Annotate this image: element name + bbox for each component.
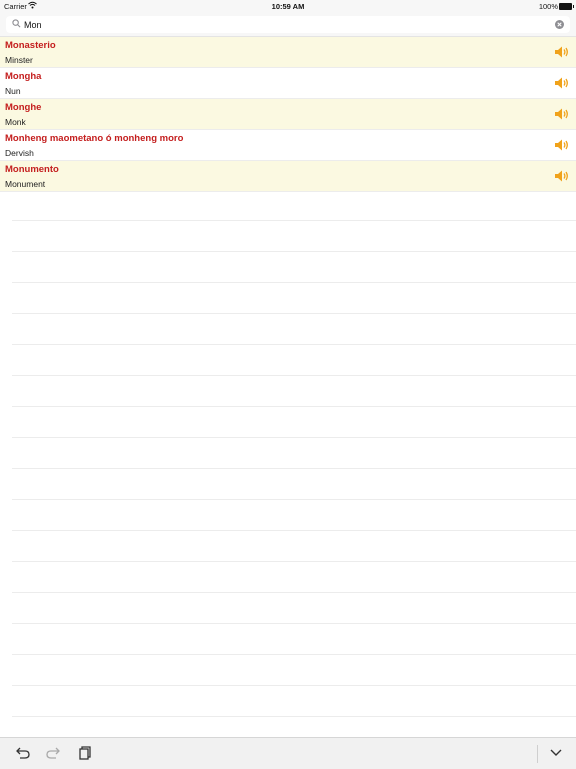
empty-list-area (12, 190, 576, 737)
translation-text: Nun (5, 86, 21, 96)
status-bar: Carrier 10:59 AM 100% (0, 0, 576, 13)
results-list: Monasterio Minster Mongha Nun Monghe Mon… (0, 37, 576, 192)
search-icon (12, 19, 21, 28)
speaker-icon[interactable] (554, 138, 570, 152)
battery-percent: 100% (538, 2, 558, 11)
list-item[interactable]: Monheng maometano ó monheng moro Dervish (0, 130, 576, 161)
battery-icon (559, 3, 574, 10)
term-text: Monheng maometano ó monheng moro (5, 133, 184, 144)
bottom-toolbar (0, 737, 576, 769)
term-text: Monumento (5, 164, 59, 175)
search-input[interactable] (24, 17, 544, 32)
search-field[interactable] (6, 16, 570, 33)
toolbar-divider (537, 745, 538, 763)
redo-icon[interactable] (45, 746, 61, 760)
translation-text: Monument (5, 179, 46, 189)
copy-icon[interactable] (76, 746, 92, 760)
translation-text: Monk (5, 117, 26, 127)
list-item[interactable]: Monumento Monument (0, 161, 576, 192)
list-item[interactable]: Monghe Monk (0, 99, 576, 130)
translation-text: Minster (5, 55, 33, 65)
term-text: Monasterio (5, 40, 56, 51)
clear-icon[interactable] (555, 20, 564, 29)
list-item[interactable]: Monasterio Minster (0, 37, 576, 68)
term-text: Monghe (5, 102, 42, 113)
chevron-down-icon[interactable] (548, 746, 564, 760)
list-item[interactable]: Mongha Nun (0, 68, 576, 99)
undo-icon[interactable] (15, 746, 31, 760)
search-bar (0, 13, 576, 37)
speaker-icon[interactable] (554, 76, 570, 90)
speaker-icon[interactable] (554, 169, 570, 183)
speaker-icon[interactable] (554, 45, 570, 59)
speaker-icon[interactable] (554, 107, 570, 121)
term-text: Mongha (5, 71, 42, 82)
translation-text: Dervish (5, 148, 34, 158)
clock: 10:59 AM (271, 2, 305, 11)
